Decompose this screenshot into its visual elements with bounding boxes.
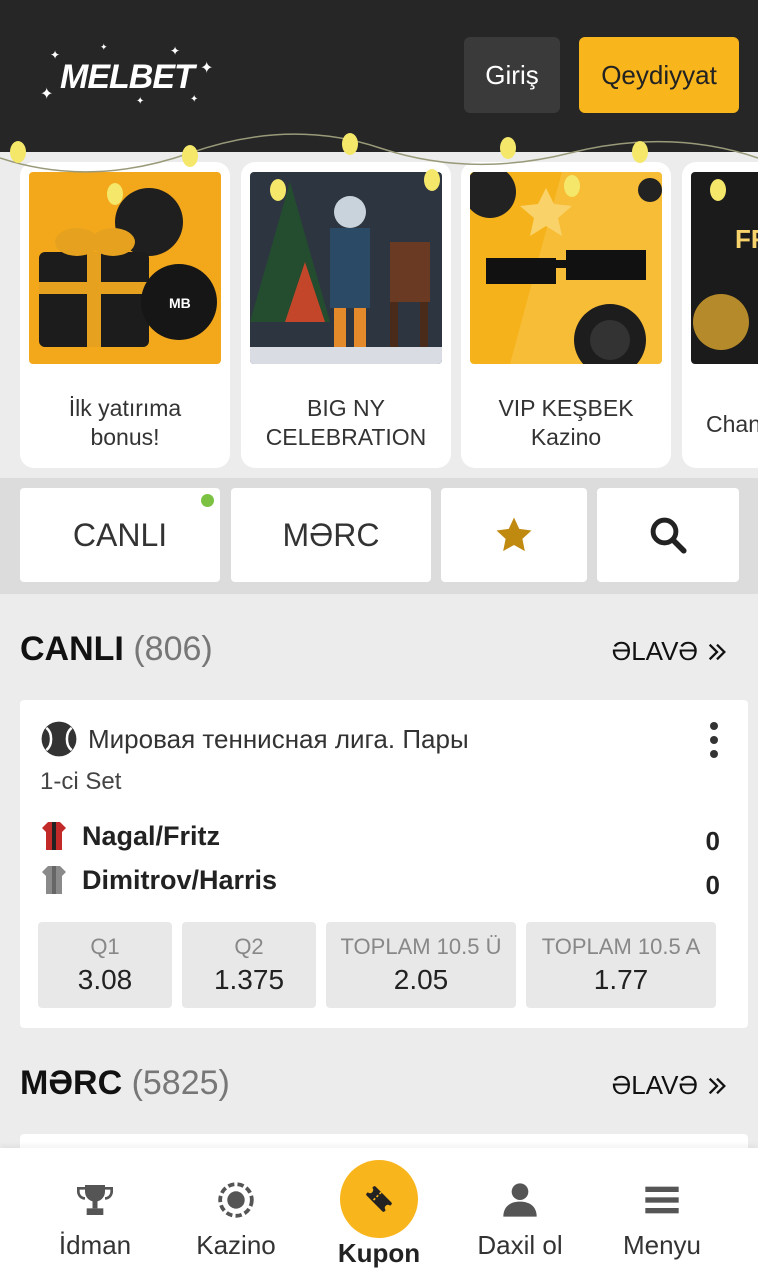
tab-sports[interactable]: İdman: [25, 1178, 165, 1268]
league-header: Мировая теннисная лига. Пары: [40, 720, 469, 758]
tab-menu[interactable]: Menyu: [592, 1178, 732, 1268]
promo-card-vip-cashback[interactable]: VIP KEŞBEK Kazino: [461, 162, 671, 468]
star-icon: [496, 517, 532, 552]
casino-chip-icon: [218, 1182, 254, 1218]
login-button[interactable]: Giriş: [464, 37, 560, 113]
promo-caption: İlk yatırıma bonus!: [68, 395, 182, 450]
match-card[interactable]: Мировая теннисная лига. Пары 1-ci Set Na…: [20, 700, 748, 1028]
live-section-title: CANLI (806): [20, 630, 213, 668]
jersey-gray-icon: [42, 866, 66, 894]
team-row-home: Nagal/Fritz: [40, 820, 220, 852]
bet-label: MƏRC: [282, 516, 380, 553]
promo-caption: Chan: [706, 411, 758, 437]
bet-button[interactable]: MƏRC: [231, 488, 431, 582]
trophy-icon: [77, 1185, 113, 1215]
search-button[interactable]: [597, 488, 739, 582]
promo-image-vip: [470, 172, 662, 364]
svg-text:MB: MB: [169, 295, 191, 311]
promo-image-new-year: [250, 172, 442, 364]
team-name: Dimitrov/Harris: [82, 864, 278, 895]
tennis-ball-icon: [41, 721, 77, 757]
tab-login[interactable]: Daxil ol: [450, 1178, 590, 1268]
odd-button[interactable]: Q1 3.08: [38, 922, 172, 1008]
live-indicator-dot: [201, 494, 214, 507]
menu-icon: [645, 1186, 679, 1214]
tab-coupon[interactable]: [340, 1160, 418, 1238]
league-name: Мировая теннисная лига. Пары: [88, 723, 469, 754]
bottom-nav: İdman Kazino Kupon Daxil ol Menyu: [0, 1148, 758, 1280]
promo-carousel[interactable]: MB İlk yatırıma bonus! BIG NY CELEBRATIO…: [0, 152, 758, 478]
team-score: 0: [705, 826, 720, 856]
ticket-icon: [366, 1186, 392, 1212]
tab-coupon-label[interactable]: Kupon: [318, 1238, 440, 1269]
search-icon: [650, 517, 687, 554]
logo-text: MELBET: [60, 58, 195, 96]
double-chevron-right-icon: [708, 1077, 726, 1094]
register-button[interactable]: Qeydiyyat: [579, 37, 739, 113]
tab-casino[interactable]: Kazino: [166, 1178, 306, 1268]
bet-more-link[interactable]: ƏLAVƏ: [612, 1070, 728, 1101]
promo-card-first-deposit[interactable]: MB İlk yatırıma bonus!: [20, 162, 230, 468]
header: ✦ ✦ ✦ ✦ ✦ ✦ ✦ MELBET Giriş Qeydiyyat: [0, 0, 758, 152]
double-chevron-right-icon: [708, 643, 726, 660]
odd-button[interactable]: TOPLAM 10.5 A 1.77: [526, 922, 716, 1008]
jersey-red-icon: [42, 822, 66, 850]
promo-caption: VIP KEŞBEK Kazino: [498, 395, 634, 450]
match-period: 1-ci Set: [40, 768, 122, 795]
bet-count: (5825): [131, 1064, 230, 1102]
live-button[interactable]: CANLI: [20, 488, 220, 582]
favorites-button[interactable]: [441, 488, 587, 582]
promo-image-text: FR: [735, 224, 758, 254]
promo-image-gift: MB: [29, 172, 221, 364]
promo-caption: BIG NY CELEBRATION: [265, 395, 427, 450]
odd-button[interactable]: TOPLAM 10.5 Ü 2.05: [326, 922, 516, 1008]
sport-nav-row: CANLI MƏRC: [0, 478, 758, 594]
user-icon: [503, 1183, 537, 1217]
odd-button[interactable]: Q2 1.375: [182, 922, 316, 1008]
bet-section-title: MƏRC (5825): [20, 1064, 230, 1102]
team-score: 0: [705, 870, 720, 900]
live-count: (806): [133, 630, 213, 668]
promo-card-ny-celebration[interactable]: BIG NY CELEBRATION: [241, 162, 451, 468]
live-more-link[interactable]: ƏLAVƏ: [612, 636, 728, 667]
team-row-away: Dimitrov/Harris: [40, 864, 277, 896]
promo-card-partial[interactable]: FR Chan: [682, 162, 758, 468]
kebab-menu-icon[interactable]: [708, 720, 720, 760]
team-name: Nagal/Fritz: [82, 820, 221, 851]
promo-image-free: FR: [691, 172, 758, 364]
melbet-logo[interactable]: ✦ ✦ ✦ ✦ ✦ ✦ ✦ MELBET: [40, 40, 220, 110]
live-label: CANLI: [72, 516, 168, 553]
